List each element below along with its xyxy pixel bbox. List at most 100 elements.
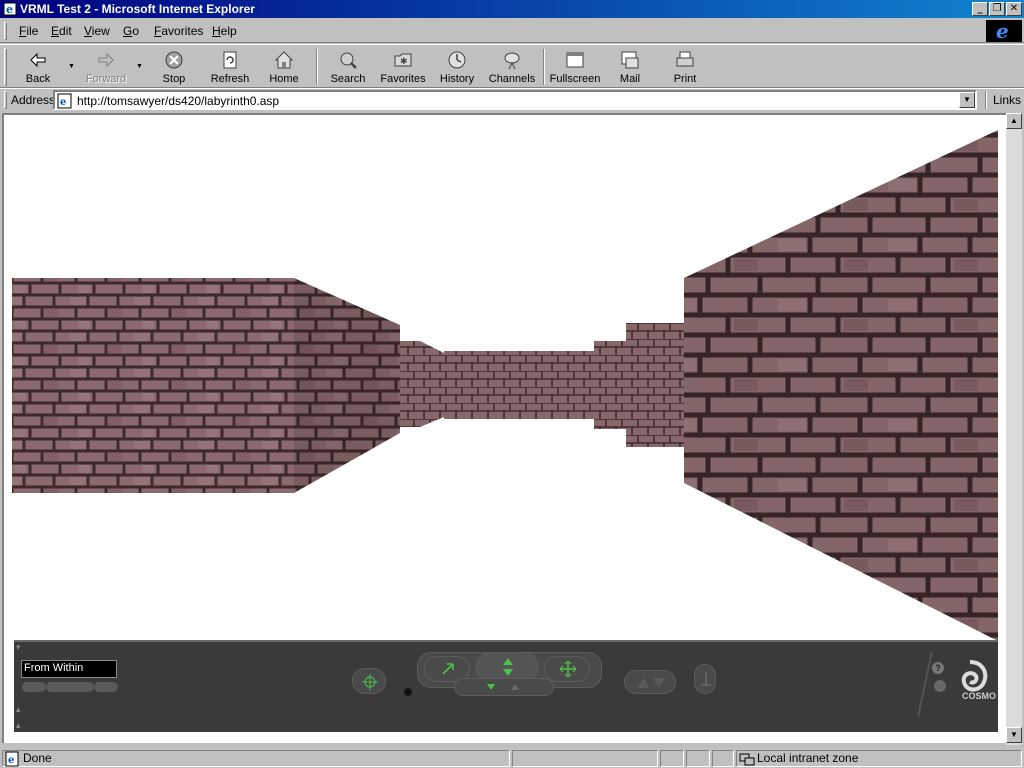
- menubar-grip[interactable]: [4, 22, 7, 40]
- status-text: Done: [23, 751, 52, 765]
- seek-crosshair-icon: [362, 674, 378, 690]
- status-text-cell: e Done: [2, 750, 510, 767]
- viewpoint-menu-button[interactable]: [46, 682, 94, 692]
- toolbar-separator: [543, 49, 545, 85]
- pan-button[interactable]: [544, 656, 590, 682]
- svg-text:e: e: [60, 97, 66, 108]
- viewpoint-list[interactable]: From Within: [21, 660, 117, 678]
- status-blank-cell: [712, 750, 734, 767]
- scroll-up-button[interactable]: ▲: [1006, 113, 1022, 129]
- ie-page-icon: e: [3, 2, 17, 16]
- favorites-folder-icon: ✱: [394, 53, 412, 67]
- address-bar: Address e http://tomsawyer/ds420/labyrin…: [0, 88, 1024, 110]
- standard-toolbar: Back ▼ Forward ▼ Stop Refresh Home Searc…: [0, 44, 1024, 88]
- fullscreen-icon: [566, 52, 584, 68]
- printer-icon: [676, 51, 694, 67]
- links-button[interactable]: Links: [993, 93, 1021, 107]
- status-blank-cell: [686, 750, 710, 767]
- wall-left-front: [12, 278, 294, 493]
- forward-dropdown-icon[interactable]: ▼: [136, 63, 143, 70]
- toolbar-grip[interactable]: [4, 48, 7, 86]
- bottom-chevron-icon[interactable]: ▴: [16, 720, 21, 731]
- prev-viewpoint-button[interactable]: [22, 682, 46, 692]
- undo-redo-icon: [637, 678, 665, 688]
- mail-button[interactable]: Mail: [602, 48, 658, 86]
- straighten-button[interactable]: [694, 664, 716, 694]
- home-button[interactable]: Home: [256, 48, 312, 86]
- history-button[interactable]: History: [429, 48, 485, 86]
- menu-bar: File Edit View Go Favorites Help e: [0, 19, 1024, 43]
- menu-help[interactable]: Help: [212, 24, 237, 38]
- move-down-icon[interactable]: [486, 682, 496, 692]
- svg-text:e: e: [6, 3, 13, 16]
- address-label: Address: [11, 93, 56, 107]
- svg-text:e: e: [8, 755, 14, 766]
- forward-button[interactable]: Forward: [78, 48, 134, 86]
- home-icon: [274, 51, 294, 69]
- lower-chevron-icon[interactable]: ▴: [16, 704, 21, 715]
- title-bar: e VRML Test 2 - Microsoft Internet Explo…: [0, 0, 1024, 18]
- wall-left-far: [400, 341, 420, 427]
- status-progress-cell: [512, 750, 658, 767]
- move-up-icon[interactable]: [510, 682, 520, 692]
- wall-right-mid: [626, 323, 684, 447]
- straighten-icon: [701, 672, 711, 686]
- menu-file[interactable]: File: [19, 24, 38, 38]
- links-separator: [985, 91, 987, 109]
- help-button[interactable]: ?: [932, 662, 944, 674]
- straighten-cluster: [454, 678, 554, 696]
- print-button[interactable]: Print: [657, 48, 713, 86]
- mail-icon: [621, 51, 639, 69]
- favorites-button[interactable]: ✱ Favorites: [375, 48, 431, 86]
- wall-right-far: [594, 341, 626, 429]
- status-blank-cell: [660, 750, 684, 767]
- menu-go[interactable]: Go: [123, 24, 139, 38]
- seek-button[interactable]: [352, 668, 386, 694]
- channels-button[interactable]: Channels: [484, 48, 540, 86]
- address-input[interactable]: e http://tomsawyer/ds420/labyrinth0.asp …: [53, 90, 977, 110]
- search-globe-icon: [340, 52, 357, 69]
- toolbar-separator: [316, 49, 318, 85]
- wall-back: [444, 351, 594, 419]
- menu-favorites[interactable]: Favorites: [154, 24, 203, 38]
- close-button[interactable]: ✕: [1006, 2, 1022, 16]
- restore-button[interactable]: ❐: [989, 2, 1005, 16]
- history-icon: [448, 51, 466, 69]
- fullscreen-button[interactable]: Fullscreen: [547, 48, 603, 86]
- back-dropdown-icon[interactable]: ▼: [68, 63, 75, 70]
- status-page-icon: e: [5, 751, 19, 767]
- menu-view[interactable]: View: [84, 24, 110, 38]
- preferences-button[interactable]: [934, 680, 946, 692]
- wall-left-far-side: [420, 341, 444, 427]
- stop-icon: [165, 51, 183, 69]
- addressbar-grip[interactable]: [4, 91, 7, 109]
- forward-arrow-icon: [98, 52, 114, 68]
- next-viewpoint-button[interactable]: [94, 682, 118, 692]
- vertical-scrollbar[interactable]: ▲ ▼: [1006, 113, 1022, 745]
- address-dropdown-icon[interactable]: ▼: [959, 92, 975, 108]
- gravity-indicator-icon: [404, 688, 412, 696]
- collapse-chevron-icon[interactable]: ▾: [16, 642, 21, 653]
- minimize-button[interactable]: _: [972, 2, 988, 16]
- zone-text: Local intranet zone: [757, 751, 859, 765]
- walk-arrow-icon: [503, 658, 513, 676]
- intranet-zone-icon: [739, 753, 755, 766]
- channels-satellite-icon: [504, 52, 520, 70]
- svg-text:✱: ✱: [400, 56, 408, 66]
- security-zone-cell[interactable]: Local intranet zone: [736, 750, 1022, 767]
- address-url: http://tomsawyer/ds420/labyrinth0.asp: [77, 94, 280, 108]
- window-title: VRML Test 2 - Microsoft Internet Explore…: [20, 2, 255, 16]
- undo-redo-cluster[interactable]: [624, 670, 676, 694]
- console-divider: [917, 652, 933, 716]
- vrml-viewport[interactable]: ▾ From Within ▴ ▴ ? COSMO: [2, 113, 1006, 743]
- cosmo-player-console: ▾ From Within ▴ ▴ ? COSMO: [14, 640, 998, 732]
- back-button[interactable]: Back: [10, 48, 66, 86]
- refresh-button[interactable]: Refresh: [202, 48, 258, 86]
- status-bar: e Done Local intranet zone: [0, 749, 1024, 768]
- cosmo-brand: COSMO: [961, 691, 996, 701]
- stop-button[interactable]: Stop: [146, 48, 202, 86]
- ie-logo-icon: e: [986, 20, 1022, 42]
- menu-edit[interactable]: Edit: [51, 24, 72, 38]
- scroll-down-button[interactable]: ▼: [1006, 727, 1022, 743]
- search-button[interactable]: Search: [320, 48, 376, 86]
